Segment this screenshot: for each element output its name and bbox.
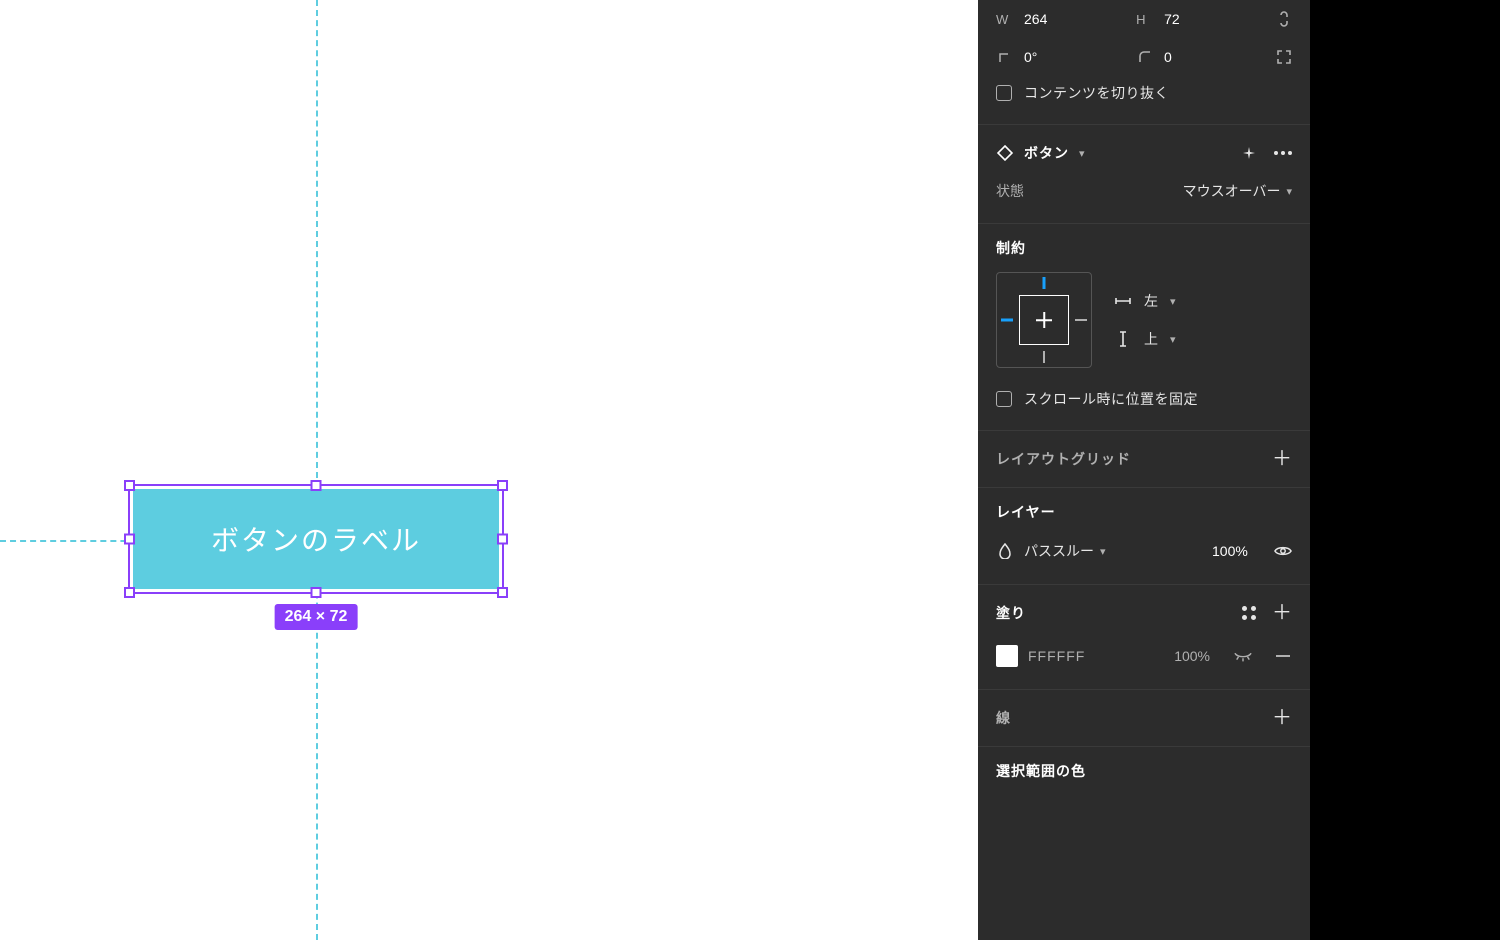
fill-hex-input[interactable]: FFFFFF (1028, 648, 1085, 664)
fill-section: 塗り ＋ FFFFFF 100% (978, 585, 1310, 690)
align-horizontal-icon (1114, 292, 1132, 310)
resize-handle-bm[interactable] (311, 587, 322, 598)
sparkle-icon[interactable] (1240, 144, 1258, 162)
guide-vertical (316, 0, 318, 940)
stroke-section: 線 ＋ (978, 690, 1310, 747)
fill-swatch[interactable] (996, 645, 1018, 667)
resize-handle-ml[interactable] (124, 534, 135, 545)
height-input[interactable] (1164, 11, 1212, 27)
layer-title: レイヤー (996, 504, 1056, 520)
button-shape[interactable]: ボタンのラベル (133, 489, 499, 589)
resize-handle-tm[interactable] (311, 480, 322, 491)
corner-radius-input[interactable] (1164, 49, 1212, 65)
selection-colors-section: 選択範囲の色 (978, 747, 1310, 795)
constraint-left[interactable] (1001, 319, 1013, 322)
constraints-inner (1019, 295, 1069, 345)
constraints-section: 制約 左 ▾ (978, 224, 1310, 431)
width-input[interactable] (1024, 11, 1072, 27)
blend-mode-icon (996, 542, 1014, 560)
layout-grid-title: レイアウトグリッド (996, 449, 1131, 469)
constrain-proportions-icon[interactable] (1276, 10, 1292, 28)
dimension-badge: 264 × 72 (275, 604, 358, 630)
state-value: マウスオーバー (1183, 181, 1281, 201)
constraints-widget[interactable] (996, 272, 1092, 368)
fix-on-scroll-checkbox[interactable] (996, 391, 1012, 407)
layer-opacity-input[interactable]: 100% (1212, 543, 1252, 559)
stroke-title: 線 (996, 708, 1011, 728)
chevron-down-icon: ▾ (1286, 185, 1292, 198)
layer-section: レイヤー パススルー ▾ 100% (978, 488, 1310, 585)
component-icon (996, 144, 1014, 162)
chevron-down-icon: ▾ (1170, 333, 1176, 346)
chevron-down-icon[interactable]: ▾ (1079, 147, 1085, 160)
constraints-title: 制約 (996, 240, 1026, 256)
design-canvas[interactable]: ボタンのラベル 264 × 72 (0, 0, 978, 940)
constraint-top[interactable] (1043, 277, 1046, 289)
component-title: ボタン (1024, 143, 1069, 163)
resize-handle-br[interactable] (497, 587, 508, 598)
constraint-vertical-dropdown[interactable]: 上 ▾ (1114, 329, 1176, 349)
transform-section: W H (978, 0, 1310, 125)
layout-grid-section: レイアウトグリッド ＋ (978, 431, 1310, 488)
state-label: 状態 (996, 181, 1024, 201)
add-fill-button[interactable]: ＋ (1272, 603, 1292, 623)
chevron-down-icon: ▾ (1170, 295, 1176, 308)
constraint-right[interactable] (1075, 319, 1087, 321)
align-vertical-icon (1114, 330, 1132, 348)
constraint-vertical-value: 上 (1144, 329, 1158, 349)
width-label: W (996, 12, 1014, 27)
rotation-input[interactable] (1024, 49, 1072, 65)
clip-content-label: コンテンツを切り抜く (1024, 83, 1169, 103)
constraint-horizontal-dropdown[interactable]: 左 ▾ (1114, 291, 1176, 311)
remove-fill-button[interactable] (1274, 647, 1292, 665)
fill-title: 塗り (996, 603, 1026, 623)
selection-colors-title: 選択範囲の色 (996, 763, 1086, 779)
rotation-icon (996, 48, 1014, 66)
fill-opacity-input[interactable]: 100% (1174, 648, 1210, 664)
state-dropdown[interactable]: マウスオーバー ▾ (1183, 181, 1292, 201)
visibility-icon[interactable] (1274, 542, 1292, 560)
add-stroke-button[interactable]: ＋ (1272, 708, 1292, 728)
height-label: H (1136, 12, 1154, 27)
resize-handle-mr[interactable] (497, 534, 508, 545)
hidden-icon[interactable] (1234, 647, 1252, 665)
add-layout-grid-button[interactable]: ＋ (1272, 449, 1292, 469)
blend-mode-value: パススルー (1024, 541, 1094, 561)
resize-handle-tr[interactable] (497, 480, 508, 491)
blend-mode-dropdown[interactable]: パススルー ▾ (1024, 541, 1106, 561)
component-section: ボタン ▾ 状態 マウスオーバー ▾ (978, 125, 1310, 224)
clip-content-checkbox[interactable] (996, 85, 1012, 101)
more-icon[interactable] (1274, 151, 1292, 155)
constraint-horizontal-value: 左 (1144, 291, 1158, 311)
chevron-down-icon: ▾ (1100, 545, 1106, 558)
resize-handle-tl[interactable] (124, 480, 135, 491)
fix-on-scroll-label: スクロール時に位置を固定 (1024, 389, 1198, 409)
constraint-bottom[interactable] (1043, 351, 1045, 363)
properties-panel: W H (978, 0, 1310, 940)
resize-handle-bl[interactable] (124, 587, 135, 598)
button-label-text: ボタンのラベル (211, 519, 421, 559)
corner-radius-icon (1136, 48, 1154, 66)
window-chrome-right (1310, 0, 1500, 940)
selection-frame[interactable]: ボタンのラベル 264 × 72 (128, 484, 504, 594)
independent-corners-icon[interactable] (1276, 48, 1292, 66)
styles-icon[interactable] (1242, 606, 1256, 620)
